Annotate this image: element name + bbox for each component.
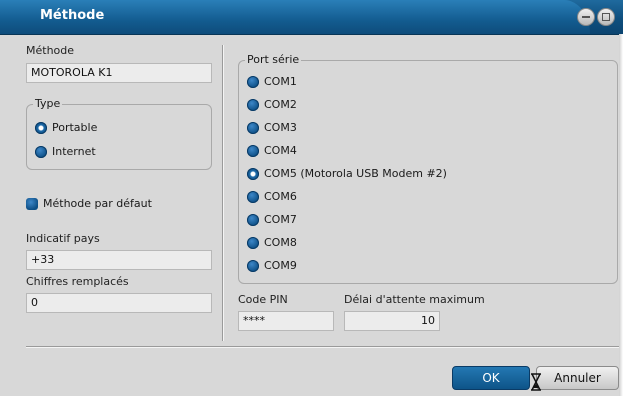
pin-field[interactable]: **** xyxy=(238,311,334,331)
com1-label: COM1 xyxy=(264,75,297,88)
checkbox-checked-icon xyxy=(26,197,38,210)
radio-com7[interactable]: COM7 xyxy=(247,213,297,226)
window-edge xyxy=(619,34,623,396)
radio-icon xyxy=(247,121,259,134)
dialog-window: Méthode Méthode MOTOROLA K1 Type Portabl… xyxy=(0,0,623,396)
radio-com9[interactable]: COM9 xyxy=(247,259,297,272)
type-group: Type Portable Internet xyxy=(26,97,212,170)
vertical-divider xyxy=(222,45,223,341)
serial-port-group: Port série COM1 COM2 COM3 COM4 COM5 (Mot… xyxy=(238,53,618,284)
radio-icon xyxy=(247,213,259,226)
country-code-label: Indicatif pays xyxy=(26,232,100,245)
minimize-icon[interactable] xyxy=(577,8,595,26)
title-bar[interactable]: Méthode xyxy=(0,0,623,35)
method-field[interactable]: MOTOROLA K1 xyxy=(26,63,212,83)
default-method-checkbox[interactable]: Méthode par défaut xyxy=(26,197,152,210)
radio-icon xyxy=(247,259,259,272)
com5-label: COM5 (Motorola USB Modem #2) xyxy=(264,167,447,180)
radio-com8[interactable]: COM8 xyxy=(247,236,297,249)
window-title: Méthode xyxy=(40,8,105,23)
radio-com5[interactable]: COM5 (Motorola USB Modem #2) xyxy=(247,167,447,180)
cancel-button[interactable]: Annuler xyxy=(536,366,619,390)
horizontal-divider xyxy=(26,346,622,347)
maximize-icon[interactable] xyxy=(597,8,615,26)
radio-internet-label: Internet xyxy=(52,145,96,158)
radio-selected-icon xyxy=(35,121,47,134)
com2-label: COM2 xyxy=(264,98,297,111)
replaced-digits-field[interactable]: 0 xyxy=(26,293,212,313)
radio-internet[interactable]: Internet xyxy=(35,145,96,158)
timeout-label: Délai d'attente maximum xyxy=(344,293,485,306)
replaced-digits-label: Chiffres remplacés xyxy=(26,275,129,288)
title-bar-buttons xyxy=(577,8,615,26)
com4-label: COM4 xyxy=(264,144,297,157)
method-label: Méthode xyxy=(26,44,75,57)
radio-icon xyxy=(247,236,259,249)
com7-label: COM7 xyxy=(264,213,297,226)
radio-com1[interactable]: COM1 xyxy=(247,75,297,88)
com6-label: COM6 xyxy=(264,190,297,203)
radio-icon xyxy=(247,144,259,157)
default-method-label: Méthode par défaut xyxy=(43,197,152,210)
radio-com4[interactable]: COM4 xyxy=(247,144,297,157)
radio-icon xyxy=(35,145,47,158)
radio-portable-label: Portable xyxy=(52,121,98,134)
radio-com2[interactable]: COM2 xyxy=(247,98,297,111)
radio-com6[interactable]: COM6 xyxy=(247,190,297,203)
com3-label: COM3 xyxy=(264,121,297,134)
serial-port-legend: Port série xyxy=(245,53,302,66)
type-legend: Type xyxy=(33,97,63,110)
hourglass-cursor-icon xyxy=(531,373,541,391)
radio-icon xyxy=(247,98,259,111)
timeout-field[interactable]: 10 xyxy=(344,311,440,331)
radio-portable[interactable]: Portable xyxy=(35,121,97,134)
com8-label: COM8 xyxy=(264,236,297,249)
radio-com3[interactable]: COM3 xyxy=(247,121,297,134)
radio-selected-icon xyxy=(247,167,259,180)
radio-icon xyxy=(247,190,259,203)
country-code-field[interactable]: +33 xyxy=(26,250,212,270)
ok-button[interactable]: OK xyxy=(452,366,530,390)
radio-icon xyxy=(247,75,259,88)
pin-label: Code PIN xyxy=(238,293,288,306)
com9-label: COM9 xyxy=(264,259,297,272)
